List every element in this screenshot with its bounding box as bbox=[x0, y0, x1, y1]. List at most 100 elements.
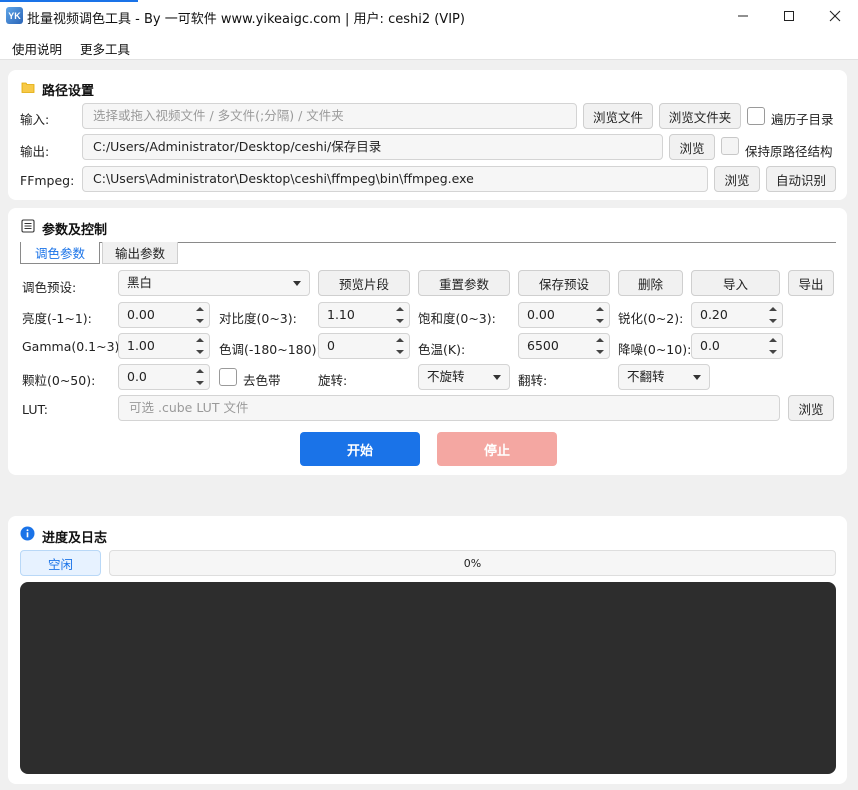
rotate-value: 不旋转 bbox=[427, 369, 465, 384]
tab-output-params[interactable]: 输出参数 bbox=[102, 242, 178, 264]
preset-label: 调色预设: bbox=[22, 280, 77, 295]
list-icon bbox=[21, 219, 35, 233]
flip-label: 翻转: bbox=[518, 373, 548, 388]
folder-icon bbox=[21, 82, 35, 93]
path-settings-title: 路径设置 bbox=[42, 84, 95, 99]
grain-spinbox[interactable]: 0.0 bbox=[118, 364, 210, 390]
keep-structure-checkbox[interactable] bbox=[721, 137, 739, 155]
recurse-subdirs-label: 遍历子目录 bbox=[771, 112, 834, 127]
maximize-icon bbox=[784, 11, 794, 21]
sharpen-spinbox[interactable]: 0.20 bbox=[691, 302, 783, 328]
temperature-spinbox[interactable]: 6500 bbox=[518, 333, 610, 359]
log-output[interactable] bbox=[20, 582, 836, 774]
spin-up-icon[interactable] bbox=[192, 365, 208, 377]
info-icon bbox=[20, 526, 35, 541]
chevron-down-icon bbox=[493, 375, 501, 380]
saturation-spinbox[interactable]: 0.00 bbox=[518, 302, 610, 328]
progress-bar: 0% bbox=[109, 550, 836, 576]
flip-select[interactable]: 不翻转 bbox=[618, 364, 710, 390]
ffmpeg-browse-button[interactable]: 浏览 bbox=[714, 166, 760, 192]
spin-down-icon[interactable] bbox=[192, 346, 208, 358]
recurse-subdirs-checkbox[interactable] bbox=[747, 107, 765, 125]
title-accent bbox=[0, 0, 138, 2]
browse-folder-button[interactable]: 浏览文件夹 bbox=[659, 103, 741, 129]
brightness-value: 0.00 bbox=[127, 307, 155, 322]
denoise-label: 降噪(0~10): bbox=[618, 342, 692, 357]
start-button[interactable]: 开始 bbox=[300, 432, 420, 466]
input-label: 输入: bbox=[20, 112, 50, 127]
spin-up-icon[interactable] bbox=[592, 334, 608, 346]
spin-down-icon[interactable] bbox=[592, 346, 608, 358]
saturation-label: 饱和度(0~3): bbox=[418, 311, 496, 326]
save-preset-button[interactable]: 保存预设 bbox=[518, 270, 610, 296]
contrast-label: 对比度(0~3): bbox=[219, 311, 297, 326]
preset-select[interactable]: 黑白 bbox=[118, 270, 310, 296]
grain-value: 0.0 bbox=[127, 369, 147, 384]
hue-spinbox[interactable]: 0 bbox=[318, 333, 410, 359]
spin-down-icon[interactable] bbox=[592, 315, 608, 327]
spin-up-icon[interactable] bbox=[765, 303, 781, 315]
temperature-label: 色温(K): bbox=[418, 342, 466, 357]
export-preset-button[interactable]: 导出 bbox=[788, 270, 834, 296]
maximize-button[interactable] bbox=[766, 0, 812, 32]
lut-path-field[interactable]: 可选 .cube LUT 文件 bbox=[118, 395, 780, 421]
contrast-spinbox[interactable]: 1.10 bbox=[318, 302, 410, 328]
spin-down-icon[interactable] bbox=[192, 377, 208, 389]
ffmpeg-path-field[interactable]: C:\Users\Administrator\Desktop\ceshi\ffm… bbox=[82, 166, 708, 192]
denoise-value: 0.0 bbox=[700, 338, 720, 353]
progress-title: 进度及日志 bbox=[42, 531, 108, 546]
app-logo-icon: YK bbox=[6, 7, 23, 24]
menu-usage[interactable]: 使用说明 bbox=[12, 39, 62, 58]
window-title: 批量视频调色工具 - By 一可软件 www.yikeaigc.com | 用户… bbox=[27, 12, 465, 27]
spin-up-icon[interactable] bbox=[192, 303, 208, 315]
spin-down-icon[interactable] bbox=[392, 346, 408, 358]
stop-button[interactable]: 停止 bbox=[437, 432, 557, 466]
sharpen-label: 锐化(0~2): bbox=[618, 311, 684, 326]
close-button[interactable] bbox=[812, 0, 858, 32]
delete-preset-button[interactable]: 删除 bbox=[618, 270, 683, 296]
spin-down-icon[interactable] bbox=[392, 315, 408, 327]
gamma-spinbox[interactable]: 1.00 bbox=[118, 333, 210, 359]
preview-clip-button[interactable]: 预览片段 bbox=[318, 270, 410, 296]
params-title: 参数及控制 bbox=[42, 223, 108, 238]
spin-up-icon[interactable] bbox=[392, 303, 408, 315]
hue-label: 色调(-180~180): bbox=[219, 342, 321, 357]
sharpen-value: 0.20 bbox=[700, 307, 728, 322]
spin-up-icon[interactable] bbox=[192, 334, 208, 346]
contrast-value: 1.10 bbox=[327, 307, 355, 322]
temperature-value: 6500 bbox=[527, 338, 559, 353]
menu-more-tools[interactable]: 更多工具 bbox=[80, 39, 130, 58]
preset-value: 黑白 bbox=[127, 275, 153, 290]
gamma-label: Gamma(0.1~3): bbox=[22, 339, 124, 354]
import-preset-button[interactable]: 导入 bbox=[691, 270, 780, 296]
title-bar: YK 批量视频调色工具 - By 一可软件 www.yikeaigc.com |… bbox=[0, 0, 858, 32]
spin-down-icon[interactable] bbox=[192, 315, 208, 327]
spin-down-icon[interactable] bbox=[765, 346, 781, 358]
browse-file-button[interactable]: 浏览文件 bbox=[583, 103, 653, 129]
spin-up-icon[interactable] bbox=[765, 334, 781, 346]
spin-up-icon[interactable] bbox=[392, 334, 408, 346]
spin-up-icon[interactable] bbox=[592, 303, 608, 315]
flip-value: 不翻转 bbox=[627, 369, 665, 384]
minimize-icon bbox=[738, 15, 748, 17]
tab-color-params[interactable]: 调色参数 bbox=[20, 242, 100, 264]
lut-browse-button[interactable]: 浏览 bbox=[788, 395, 834, 421]
deband-checkbox[interactable] bbox=[219, 368, 237, 386]
output-browse-button[interactable]: 浏览 bbox=[669, 134, 715, 160]
minimize-button[interactable] bbox=[720, 0, 766, 32]
auto-detect-button[interactable]: 自动识别 bbox=[766, 166, 836, 192]
denoise-spinbox[interactable]: 0.0 bbox=[691, 333, 783, 359]
saturation-value: 0.00 bbox=[527, 307, 555, 322]
brightness-spinbox[interactable]: 0.00 bbox=[118, 302, 210, 328]
rotate-select[interactable]: 不旋转 bbox=[418, 364, 510, 390]
lut-label: LUT: bbox=[22, 402, 48, 417]
status-badge: 空闲 bbox=[20, 550, 101, 576]
input-path-field[interactable]: 选择或拖入视频文件 / 多文件(;分隔) / 文件夹 bbox=[82, 103, 577, 129]
close-icon bbox=[829, 10, 841, 22]
spin-down-icon[interactable] bbox=[765, 315, 781, 327]
ffmpeg-label: FFmpeg: bbox=[20, 173, 75, 188]
reset-params-button[interactable]: 重置参数 bbox=[418, 270, 510, 296]
deband-label: 去色带 bbox=[243, 373, 281, 388]
gamma-value: 1.00 bbox=[127, 338, 155, 353]
output-path-field[interactable]: C:/Users/Administrator/Desktop/ceshi/保存目… bbox=[82, 134, 663, 160]
